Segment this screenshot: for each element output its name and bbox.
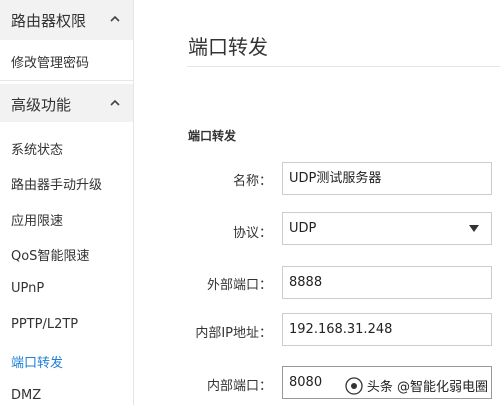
sidebar-item-system-status[interactable]: 系统状态 (11, 139, 63, 158)
caret-down-icon (469, 225, 479, 232)
protocol-label: 协议： (232, 226, 272, 241)
watermark: 头条 @智能化弱电圈 (345, 376, 488, 395)
sidebar-item-change-admin-password[interactable]: 修改管理密码 (11, 52, 89, 71)
chevron-up-icon (110, 99, 120, 106)
sidebar-section-title: 高级功能 (11, 96, 72, 114)
internal-ip-input[interactable]: 192.168.31.248 (282, 313, 492, 346)
watermark-text: 头条 @智能化弱电圈 (366, 380, 488, 395)
name-input[interactable]: UDP测试服务器 (282, 162, 492, 195)
protocol-select[interactable]: UDP (282, 212, 492, 245)
sidebar-item-manual-upgrade[interactable]: 路由器手动升级 (11, 174, 102, 193)
sidebar-item-port-forwarding[interactable]: 端口转发 (11, 352, 63, 371)
section-title: 端口转发 (188, 129, 237, 143)
main-content: 端口转发 端口转发 名称： UDP测试服务器 协议： UDP 外部端口： 888… (134, 0, 500, 405)
internal-port-label: 内部端口： (206, 379, 272, 394)
sidebar-item-pptp-l2tp[interactable]: PPTP/L2TP (11, 317, 78, 332)
sidebar: 路由器权限 修改管理密码 高级功能 系统状态 路由器手动升级 应用限速 QoS智… (0, 0, 134, 405)
name-label: 名称： (232, 174, 272, 189)
sidebar-section-router-permission[interactable]: 路由器权限 (0, 0, 133, 40)
page-title: 端口转发 (188, 35, 268, 59)
chevron-up-icon (110, 15, 120, 22)
sidebar-item-app-speed-limit[interactable]: 应用限速 (11, 210, 63, 229)
sidebar-section-title: 路由器权限 (11, 12, 87, 30)
protocol-select-value: UDP (289, 221, 317, 236)
sidebar-item-dmz[interactable]: DMZ (11, 388, 41, 403)
sidebar-section-advanced[interactable]: 高级功能 (0, 84, 133, 122)
external-port-label: 外部端口： (206, 278, 272, 293)
sidebar-divider (0, 80, 133, 81)
sidebar-item-qos[interactable]: QoS智能限速 (11, 245, 89, 264)
sidebar-item-upnp[interactable]: UPnP (11, 281, 44, 296)
title-divider (187, 66, 500, 67)
logo-icon (345, 376, 363, 395)
internal-ip-label: 内部IP地址： (195, 326, 272, 341)
external-port-input[interactable]: 8888 (282, 266, 492, 299)
